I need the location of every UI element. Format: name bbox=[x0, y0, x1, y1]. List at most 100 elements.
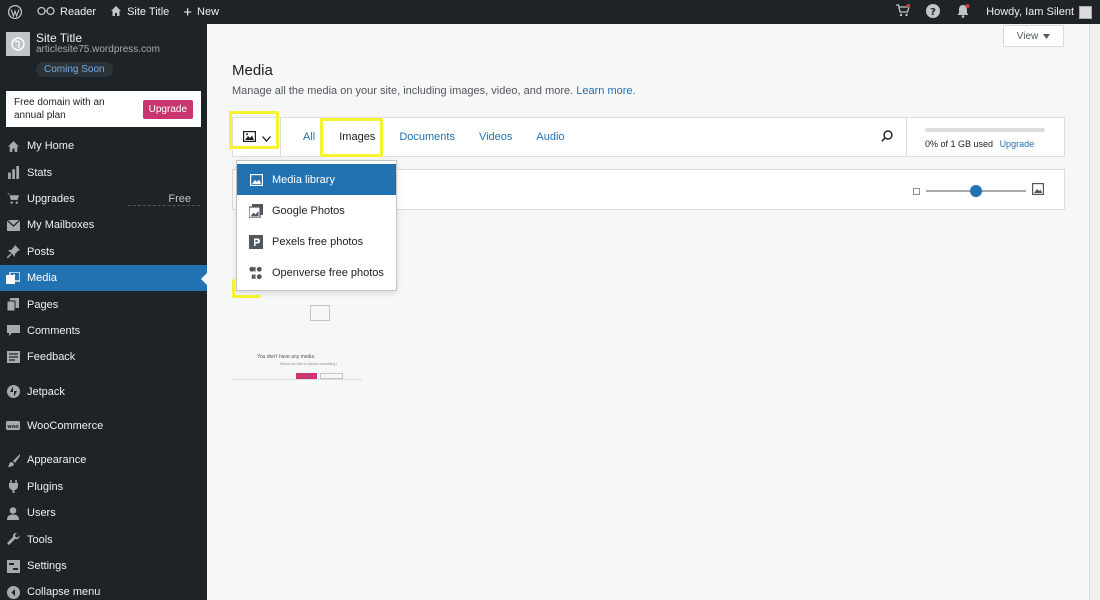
sidebar-item-label: Appearance bbox=[27, 454, 87, 467]
view-label: View bbox=[1016, 30, 1039, 42]
tab-documents[interactable]: Documents bbox=[387, 118, 467, 156]
dropdown-item-pexels[interactable]: Pexels free photos bbox=[237, 226, 396, 257]
empty-secondary-button[interactable] bbox=[320, 373, 343, 379]
view-button[interactable]: View bbox=[1003, 25, 1064, 47]
highlight-empty-card bbox=[232, 279, 261, 298]
site-title-label: Site Title bbox=[127, 6, 170, 18]
cart-icon bbox=[6, 192, 20, 206]
svg-text:?: ? bbox=[930, 7, 936, 18]
comment-icon bbox=[6, 324, 20, 338]
sidebar-item-label: Comments bbox=[27, 324, 81, 337]
large-image-icon bbox=[1032, 183, 1045, 198]
sidebar-item-pages[interactable]: Pages bbox=[0, 291, 207, 317]
media-icon bbox=[6, 271, 20, 285]
empty-image-icon bbox=[310, 305, 330, 321]
page-scrollbar[interactable] bbox=[1089, 24, 1100, 600]
svg-text:woo: woo bbox=[7, 424, 19, 430]
dropdown-item-label: Media library bbox=[272, 173, 335, 186]
zoom-slider[interactable] bbox=[926, 184, 1026, 197]
sidebar-item-label: Feedback bbox=[27, 351, 76, 364]
search-button[interactable] bbox=[867, 118, 907, 156]
sidebar-item-comments[interactable]: Comments bbox=[0, 318, 207, 344]
sidebar-item-label: My Mailboxes bbox=[27, 219, 95, 232]
reader-icon bbox=[37, 6, 55, 19]
avatar bbox=[1079, 5, 1092, 19]
empty-upload-button[interactable] bbox=[296, 373, 317, 379]
tab-audio[interactable]: Audio bbox=[524, 118, 576, 156]
sidebar-item-label: Pages bbox=[27, 298, 59, 311]
status-badge: Coming Soon bbox=[36, 62, 113, 77]
media-source-dropdown: Media library Google Photos Pexels free … bbox=[236, 160, 397, 291]
sidebar-item-label: Media bbox=[27, 272, 57, 285]
sidebar-item-plugins[interactable]: Plugins bbox=[0, 474, 207, 500]
collapse-icon bbox=[6, 585, 20, 599]
sidebar-item-woocommerce[interactable]: woo WooCommerce bbox=[0, 413, 207, 439]
page-title: Media bbox=[232, 62, 273, 79]
pexels-icon bbox=[249, 234, 263, 249]
help-button[interactable]: ? bbox=[918, 0, 948, 24]
dropdown-item-google-photos[interactable]: Google Photos bbox=[237, 195, 396, 226]
wordpress-logo-icon[interactable] bbox=[0, 0, 30, 24]
notifications-button[interactable] bbox=[948, 0, 978, 24]
sidebar-item-posts[interactable]: Posts bbox=[0, 239, 207, 265]
stats-sparkline bbox=[128, 205, 200, 206]
highlight-source-button bbox=[229, 111, 279, 149]
sidebar-item-my-mailboxes[interactable]: My Mailboxes bbox=[0, 212, 207, 238]
menu-separator bbox=[0, 405, 207, 413]
pages-icon bbox=[6, 298, 20, 312]
account-menu[interactable]: Howdy, Iam Silent bbox=[978, 0, 1100, 24]
site-title: Site Title bbox=[36, 31, 83, 45]
zoom-control bbox=[913, 183, 1045, 198]
sidebar-item-collapse-menu[interactable]: Collapse menu bbox=[0, 579, 207, 600]
sidebar-item-upgrades[interactable]: Upgrades Free bbox=[0, 186, 207, 212]
plus-icon: + bbox=[183, 3, 193, 21]
reader-link[interactable]: Reader bbox=[30, 0, 103, 24]
page-description: Manage all the media on your site, inclu… bbox=[232, 85, 636, 97]
domain-promo: Free domain with an annual plan Upgrade bbox=[6, 91, 201, 127]
media-library-icon bbox=[249, 173, 263, 187]
zoom-slider-handle[interactable] bbox=[970, 184, 982, 197]
globe-icon bbox=[6, 32, 30, 56]
sidebar-item-label: Posts bbox=[27, 245, 55, 258]
brush-icon bbox=[6, 453, 20, 467]
sidebar-item-appearance[interactable]: Appearance bbox=[0, 447, 207, 473]
woo-icon: woo bbox=[6, 419, 20, 433]
bell-icon bbox=[956, 3, 970, 21]
stats-icon bbox=[6, 166, 20, 180]
sidebar-item-label: Stats bbox=[27, 166, 53, 179]
site-switcher[interactable]: Site Title articlesite75.wordpress.com C… bbox=[0, 24, 207, 84]
cart-button[interactable] bbox=[888, 0, 918, 24]
site-title-link[interactable]: Site Title bbox=[103, 0, 176, 24]
sidebar-item-jetpack[interactable]: Jetpack bbox=[0, 379, 207, 405]
new-post-link[interactable]: + New bbox=[176, 0, 226, 24]
storage-upgrade-link[interactable]: Upgrade bbox=[1000, 139, 1035, 149]
site-url: articlesite75.wordpress.com bbox=[36, 44, 160, 55]
sidebar-item-label: Jetpack bbox=[27, 385, 65, 398]
sidebar-item-media[interactable]: Media bbox=[0, 264, 207, 292]
jetpack-icon bbox=[6, 385, 20, 399]
sidebar-item-label: My Home bbox=[27, 140, 75, 153]
sidebar-item-my-home[interactable]: My Home bbox=[0, 133, 207, 159]
empty-subtitle: Would you like to upload something? bbox=[280, 362, 338, 366]
dropdown-item-media-library[interactable]: Media library bbox=[237, 164, 396, 195]
learn-more-link[interactable]: Learn more. bbox=[576, 85, 635, 97]
tab-videos[interactable]: Videos bbox=[467, 118, 524, 156]
sidebar-item-label: Collapse menu bbox=[27, 586, 101, 599]
plugin-icon bbox=[6, 480, 20, 494]
sidebar-item-feedback[interactable]: Feedback bbox=[0, 344, 207, 370]
sidebar-item-settings[interactable]: Settings bbox=[0, 553, 207, 579]
sidebar-item-stats[interactable]: Stats bbox=[0, 159, 207, 185]
main-content: View Media Manage all the media on your … bbox=[207, 24, 1089, 600]
feedback-icon bbox=[6, 350, 20, 364]
storage-usage: 0% of 1 GB used bbox=[925, 139, 994, 149]
sidebar-item-label: WooCommerce bbox=[27, 420, 104, 433]
sidebar-item-users[interactable]: Users bbox=[0, 500, 207, 526]
upgrades-badge: Free bbox=[168, 192, 191, 205]
mail-icon bbox=[6, 218, 20, 232]
sidebar-item-tools[interactable]: Tools bbox=[0, 526, 207, 552]
dropdown-item-label: Google Photos bbox=[272, 204, 345, 217]
upgrade-button[interactable]: Upgrade bbox=[142, 99, 193, 119]
sidebar-item-label: Users bbox=[27, 507, 56, 520]
sidebar-menu: My Home Stats Upgrades Free My Mailboxes… bbox=[0, 133, 207, 600]
openverse-icon bbox=[249, 266, 263, 280]
